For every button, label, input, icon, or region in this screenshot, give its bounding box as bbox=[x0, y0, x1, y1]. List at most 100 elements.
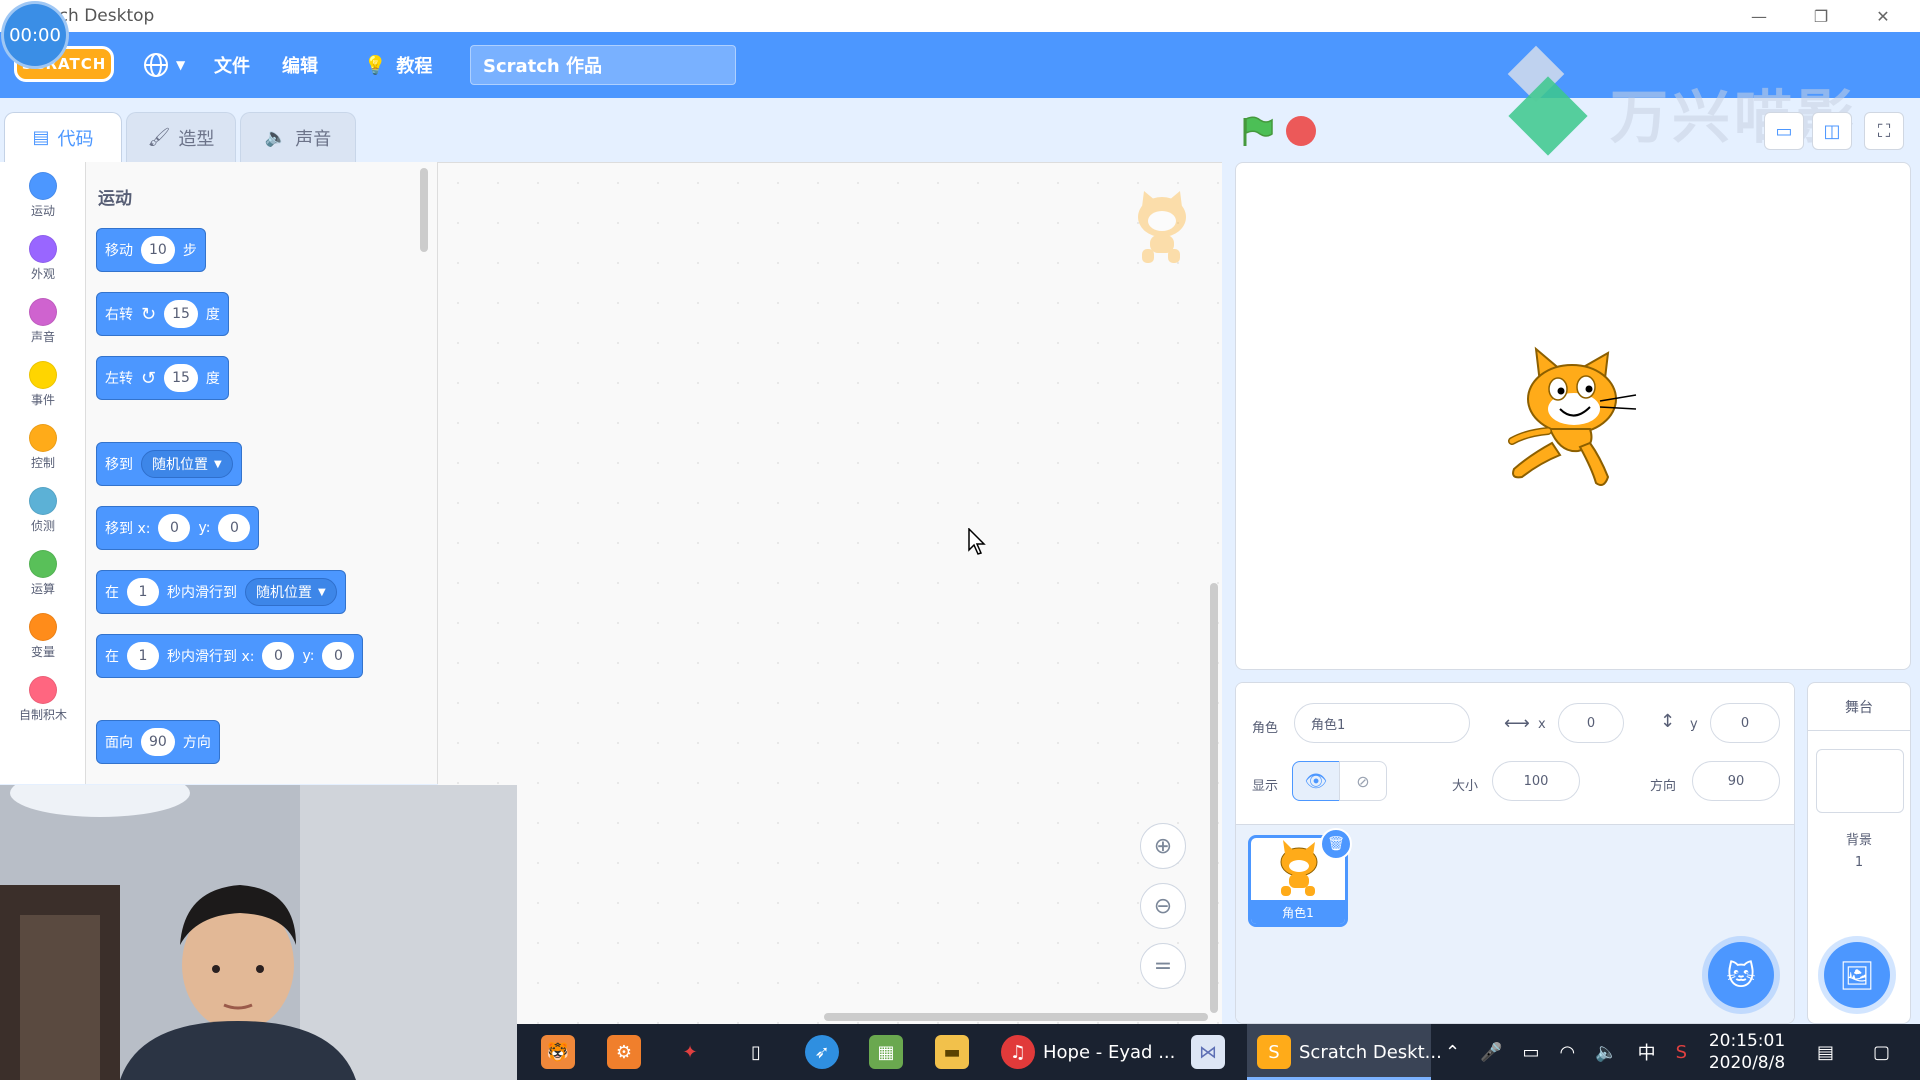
tab-code[interactable]: ▤ 代码 bbox=[4, 112, 122, 162]
block-text: 秒内滑行到 bbox=[167, 585, 237, 601]
system-tray: ⌃ 🎤 ▭ ◠ 🔈 中 S bbox=[1445, 1024, 1687, 1080]
category-variables[interactable]: 变量 bbox=[0, 613, 86, 660]
taskbar-app[interactable]: 🐯 bbox=[541, 1024, 575, 1080]
category-sensing[interactable]: 侦测 bbox=[0, 487, 86, 534]
scratch-cat-sprite[interactable] bbox=[1500, 343, 1640, 497]
taskbar-app[interactable]: ⋈ bbox=[1191, 1024, 1225, 1080]
fullscreen-icon: ⛶ bbox=[1877, 120, 1891, 142]
taskbar-app[interactable]: ▦ bbox=[869, 1024, 903, 1080]
notes-icon[interactable]: ▤ bbox=[1817, 1024, 1834, 1080]
glide-xy-block[interactable]: 在 1 秒内滑行到 x: 0 y: 0 bbox=[96, 634, 364, 678]
zoom-reset-button[interactable]: = bbox=[1140, 943, 1186, 989]
degrees-input[interactable]: 15 bbox=[164, 300, 198, 328]
degrees-input[interactable]: 15 bbox=[164, 364, 198, 392]
x-input[interactable]: 0 bbox=[158, 514, 191, 542]
delete-sprite-button[interactable]: 🗑 bbox=[1320, 828, 1352, 860]
size-input[interactable]: 100 bbox=[1492, 761, 1580, 801]
direction-input[interactable]: 90 bbox=[1692, 761, 1780, 801]
hide-sprite-button[interactable]: ⊘ bbox=[1339, 761, 1387, 801]
lightbulb-icon: 💡 bbox=[364, 54, 387, 76]
stage-thumbnail[interactable] bbox=[1816, 749, 1904, 813]
category-my-blocks[interactable]: 自制积木 bbox=[0, 676, 86, 723]
direction-input[interactable]: 90 bbox=[141, 728, 175, 756]
stop-button[interactable] bbox=[1286, 116, 1316, 146]
y-input[interactable]: 0 bbox=[218, 514, 251, 542]
category-label: 自制积木 bbox=[18, 708, 67, 722]
block-text: 度 bbox=[205, 371, 220, 387]
point-direction-block[interactable]: 面向 90 方向 bbox=[96, 720, 220, 764]
category-sound[interactable]: 声音 bbox=[0, 298, 86, 345]
category-motion[interactable]: 运动 bbox=[0, 172, 86, 219]
goto-xy-block[interactable]: 移到 x: 0 y: 0 bbox=[96, 506, 260, 550]
taskbar-app-music[interactable]: ♫ Hope - Eyad ... bbox=[1001, 1024, 1175, 1080]
add-sprite-button[interactable]: 🐱 bbox=[1708, 942, 1774, 1008]
clock[interactable]: 20:15:01 2020/8/8 bbox=[1697, 1030, 1797, 1074]
equals-icon: = bbox=[1153, 953, 1173, 979]
wifi-icon[interactable]: ◠ bbox=[1560, 1042, 1576, 1063]
category-dot bbox=[29, 298, 57, 326]
x-input[interactable]: 0 bbox=[262, 642, 295, 670]
taskbar-app[interactable]: ⚙ bbox=[607, 1024, 641, 1080]
category-control[interactable]: 控制 bbox=[0, 424, 86, 471]
taskbar-app[interactable]: ✦ bbox=[673, 1024, 707, 1080]
x-position-input[interactable]: 0 bbox=[1558, 703, 1624, 743]
zoom-out-button[interactable]: ⊖ bbox=[1140, 883, 1186, 929]
taskbar-app-scratch[interactable]: S Scratch Deskt... bbox=[1257, 1024, 1442, 1080]
add-backdrop-button[interactable]: 🖼 bbox=[1824, 942, 1890, 1008]
category-operators[interactable]: 运算 bbox=[0, 550, 86, 597]
y-position-input[interactable]: 0 bbox=[1710, 703, 1780, 743]
chevron-down-icon: ▼ bbox=[214, 458, 222, 470]
taskbar-app[interactable]: ▬ bbox=[935, 1024, 969, 1080]
large-stage-button[interactable]: ◫ bbox=[1812, 112, 1852, 150]
taskbar-app[interactable]: ➶ bbox=[805, 1024, 839, 1080]
dropdown-value: 随机位置 bbox=[152, 457, 208, 473]
ime-indicator[interactable]: 中 bbox=[1638, 1039, 1656, 1065]
sogou-icon[interactable]: S bbox=[1676, 1042, 1687, 1063]
glide-target-dropdown[interactable]: 随机位置 ▼ bbox=[245, 578, 337, 606]
green-flag-button[interactable] bbox=[1240, 116, 1274, 152]
tutorials-menu[interactable]: 💡 教程 bbox=[364, 32, 432, 98]
goto-target-dropdown[interactable]: 随机位置 ▼ bbox=[141, 450, 233, 478]
stage[interactable] bbox=[1235, 162, 1911, 670]
script-area-vertical-scrollbar[interactable] bbox=[1210, 583, 1218, 1013]
seconds-input[interactable]: 1 bbox=[127, 578, 159, 606]
category-label: 侦测 bbox=[30, 519, 55, 533]
script-area[interactable]: ⊕ ⊖ = bbox=[438, 162, 1222, 1024]
glide-block[interactable]: 在 1 秒内滑行到 随机位置 ▼ bbox=[96, 570, 346, 614]
y-input[interactable]: 0 bbox=[322, 642, 355, 670]
volume-icon[interactable]: 🔈 bbox=[1595, 1042, 1617, 1063]
category-looks[interactable]: 外观 bbox=[0, 235, 86, 282]
palette-scrollbar[interactable] bbox=[420, 168, 428, 252]
file-menu[interactable]: 文件 bbox=[214, 32, 250, 98]
close-button[interactable]: ✕ bbox=[1852, 0, 1914, 32]
steps-input[interactable]: 10 bbox=[141, 236, 175, 264]
minimize-button[interactable]: — bbox=[1728, 0, 1790, 32]
clock-date: 2020/8/8 bbox=[1708, 1053, 1786, 1073]
turn-left-block[interactable]: 左转 ↺ 15 度 bbox=[96, 356, 229, 400]
project-title-input[interactable]: Scratch 作品 bbox=[470, 45, 736, 85]
zoom-in-button[interactable]: ⊕ bbox=[1140, 823, 1186, 869]
taskbar-app[interactable]: ▯ bbox=[739, 1024, 773, 1080]
category-events[interactable]: 事件 bbox=[0, 361, 86, 408]
tab-costumes[interactable]: 🖌 造型 bbox=[126, 112, 236, 162]
language-menu[interactable]: ▼ bbox=[142, 32, 185, 98]
block-palette: 运动 移动 10 步 右转 ↻ 15 度 左转 ↺ 15 度 移到 随机位置 ▼ … bbox=[86, 162, 438, 784]
folder-app-icon: ▬ bbox=[935, 1035, 969, 1069]
move-steps-block[interactable]: 移动 10 步 bbox=[96, 228, 206, 272]
battery-icon[interactable]: ▭ bbox=[1523, 1042, 1540, 1063]
edit-menu[interactable]: 编辑 bbox=[282, 32, 318, 98]
fullscreen-button[interactable]: ⛶ bbox=[1864, 112, 1904, 150]
goto-block[interactable]: 移到 随机位置 ▼ bbox=[96, 442, 242, 486]
tab-sounds[interactable]: 🔈 声音 bbox=[240, 112, 356, 162]
chevron-up-icon[interactable]: ⌃ bbox=[1445, 1042, 1460, 1063]
large-stage-icon: ◫ bbox=[1823, 120, 1841, 142]
maximize-button[interactable]: ❐ bbox=[1790, 0, 1852, 32]
notification-icon[interactable]: ▢ bbox=[1873, 1024, 1890, 1080]
small-stage-button[interactable]: ▭ bbox=[1764, 112, 1804, 150]
sprite-name-input[interactable]: 角色1 bbox=[1294, 703, 1470, 743]
turn-right-block[interactable]: 右转 ↻ 15 度 bbox=[96, 292, 229, 336]
seconds-input[interactable]: 1 bbox=[127, 642, 159, 670]
show-sprite-button[interactable]: 👁 bbox=[1292, 761, 1340, 801]
script-area-horizontal-scrollbar[interactable] bbox=[824, 1013, 1208, 1021]
microphone-icon[interactable]: 🎤 bbox=[1480, 1042, 1502, 1063]
